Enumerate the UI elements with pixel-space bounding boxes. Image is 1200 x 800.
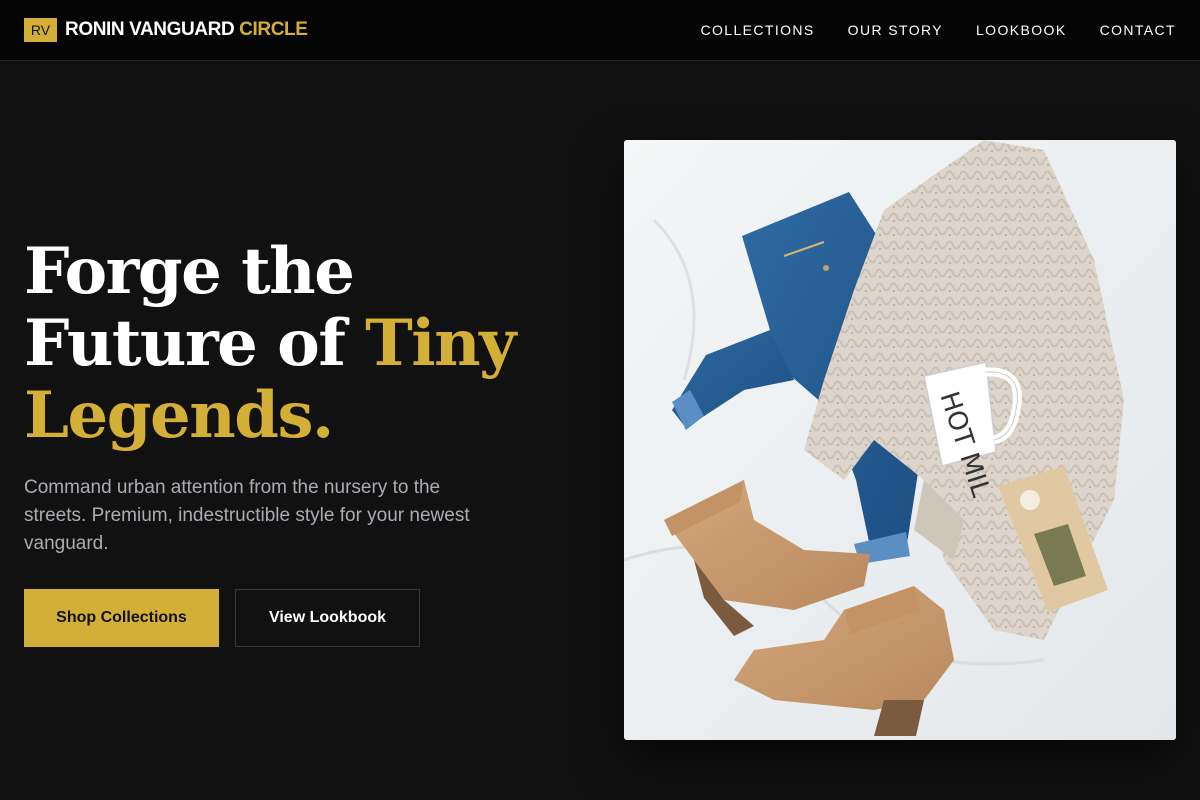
brand-name-accent: CIRCLE: [239, 19, 308, 40]
nav-lookbook[interactable]: LOOKBOOK: [976, 22, 1067, 38]
headline-line-3-gold: Legends.: [24, 378, 334, 453]
hero-cta-row: Shop Collections View Lookbook: [24, 589, 420, 647]
headline-line-2-gold: Tiny: [365, 306, 516, 381]
nav-our-story[interactable]: OUR STORY: [848, 22, 943, 38]
headline-line-1: Forge the: [24, 234, 355, 309]
flatlay-illustration: [624, 140, 1176, 740]
hero-subtext: Command urban attention from the nursery…: [24, 477, 470, 554]
nav-collections[interactable]: COLLECTIONS: [700, 22, 814, 38]
brand-name-primary: RONIN VANGUARD: [65, 19, 235, 40]
view-lookbook-button[interactable]: View Lookbook: [235, 589, 420, 647]
shop-collections-button[interactable]: Shop Collections: [24, 589, 219, 647]
hero-text: Forge the Future of Tiny Legends. Comman…: [24, 236, 544, 558]
site-header: RV RONIN VANGUARD CIRCLE COLLECTIONS OUR…: [0, 0, 1200, 61]
headline-line-2-white: Future of: [24, 306, 346, 381]
brand-name: RONIN VANGUARD CIRCLE: [65, 19, 308, 41]
main-nav: COLLECTIONS OUR STORY LOOKBOOK CONTACT: [667, 22, 1176, 38]
logo-mark: RV: [24, 18, 57, 42]
nav-contact[interactable]: CONTACT: [1100, 22, 1176, 38]
hero-image: HOT MIL: [624, 140, 1176, 740]
brand-logo[interactable]: RV RONIN VANGUARD CIRCLE: [24, 18, 308, 42]
hero-headline: Forge the Future of Tiny Legends.: [24, 236, 544, 452]
